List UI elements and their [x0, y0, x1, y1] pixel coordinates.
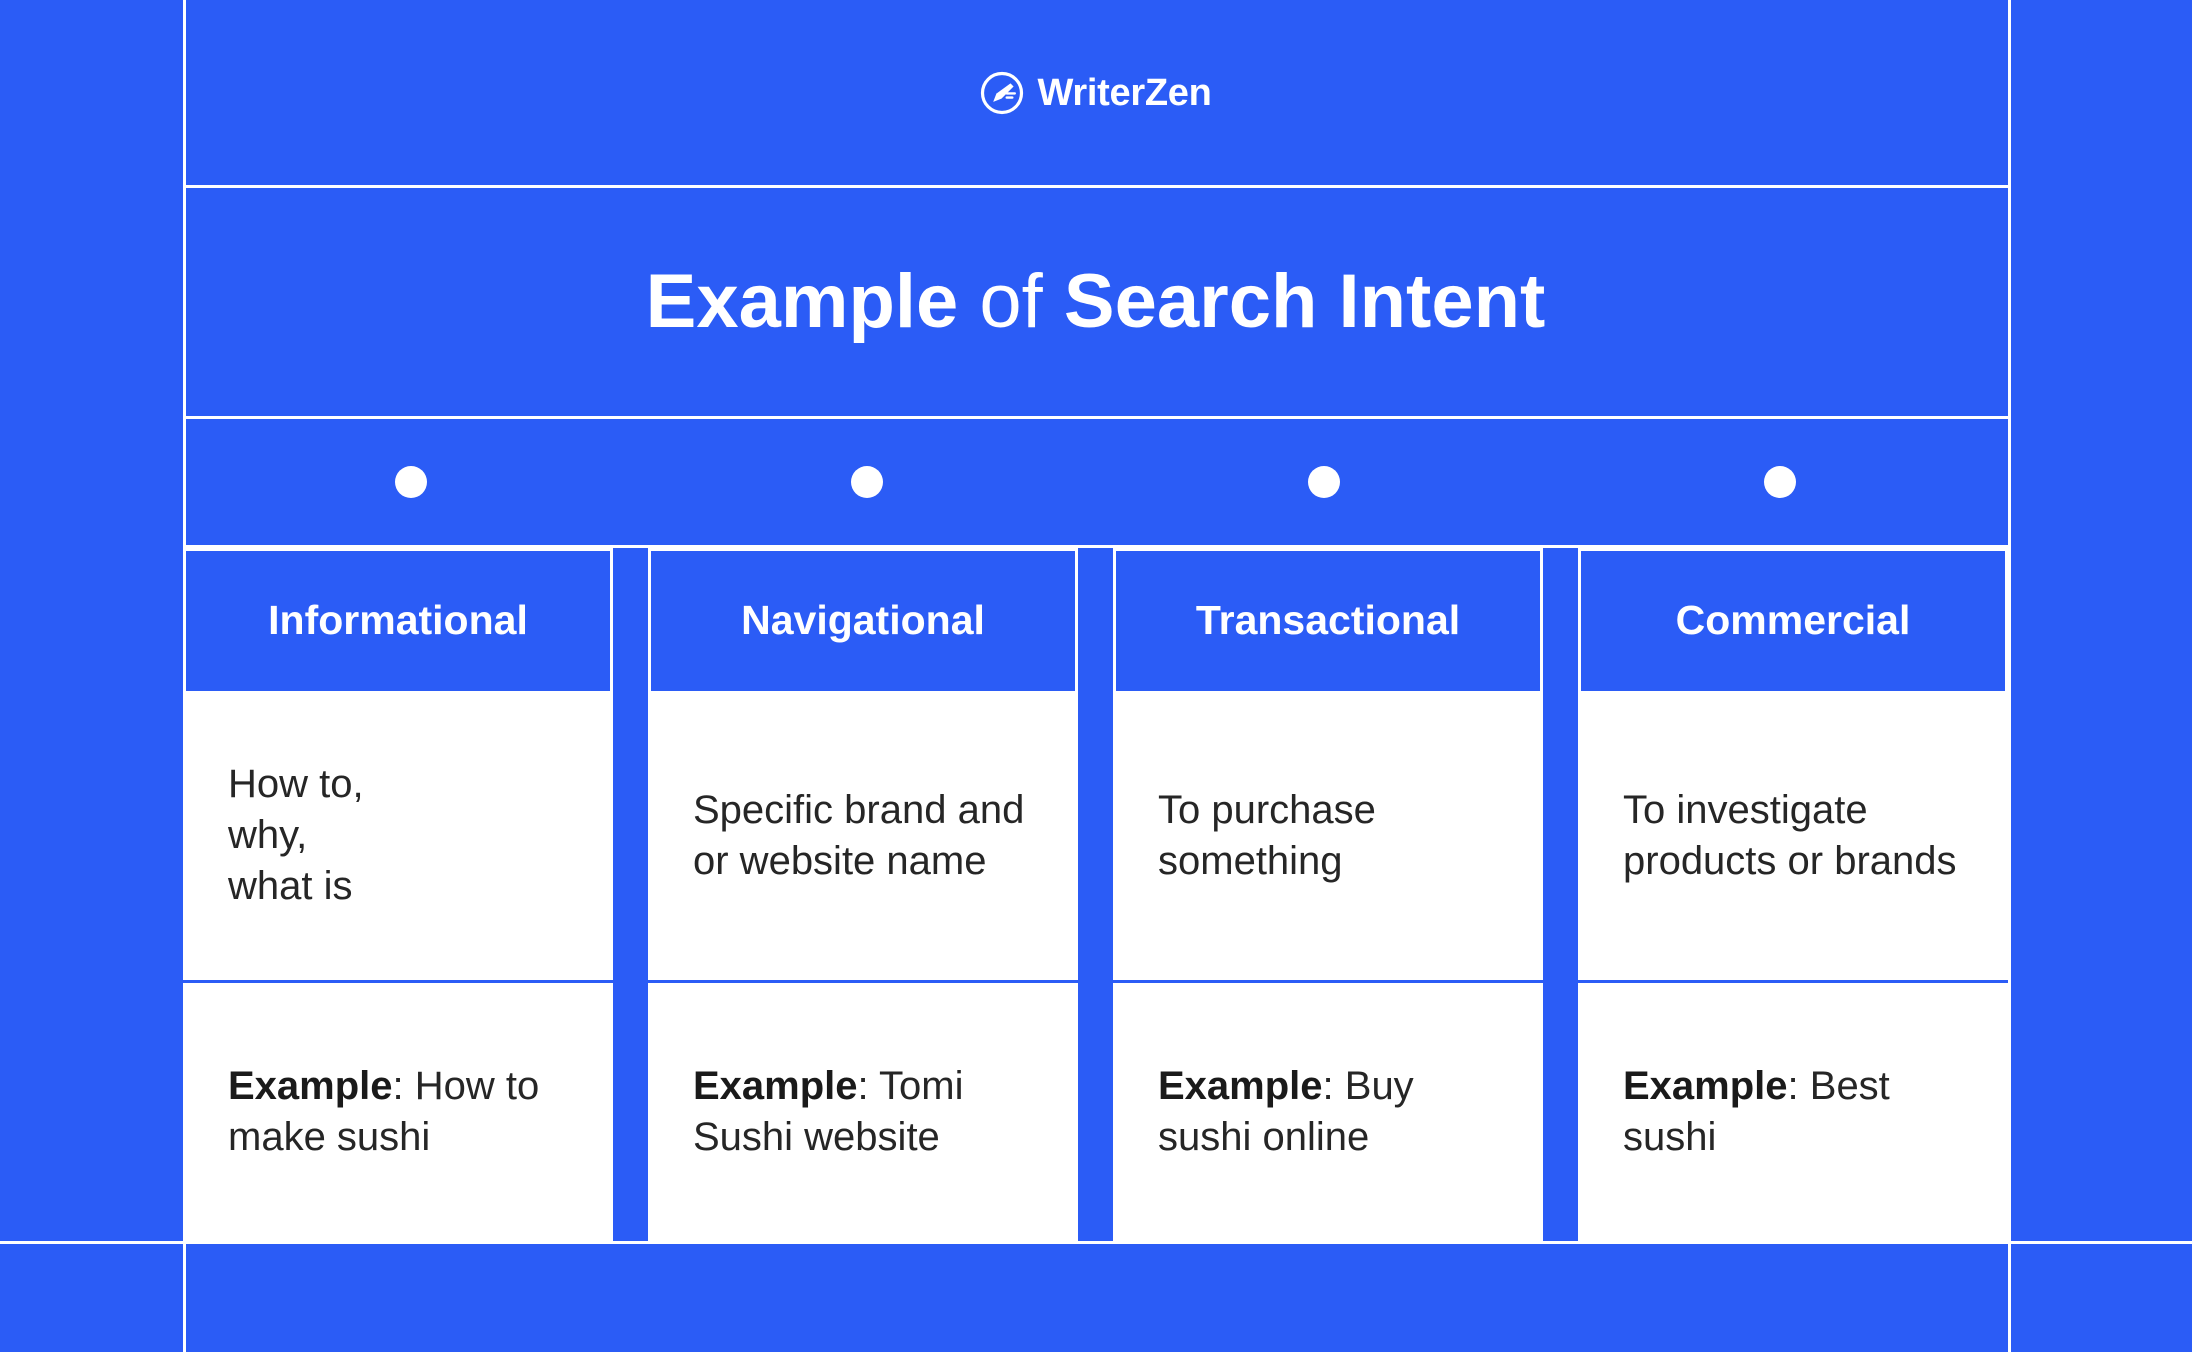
column-example-cell: Example: How to make sushi — [183, 980, 613, 1241]
column-description-text: Specific brand and or website name — [693, 787, 1025, 883]
bullet-dot-icon — [395, 466, 428, 498]
column-body: Specific brand and or website name Examp… — [648, 691, 1078, 1241]
column-body: How to, why, what is Example: How to make … — [183, 691, 613, 1241]
intent-column-navigational: Navigational Specific brand and or websi… — [648, 548, 1078, 1241]
intent-column-transactional: Transactional To purchase something Exam… — [1113, 548, 1543, 1241]
column-header-navigational: Navigational — [648, 548, 1078, 691]
column-description-cell: To purchase something — [1113, 691, 1543, 980]
intent-column-informational: Informational How to, why, what is Example… — [183, 548, 613, 1241]
column-description-text: To investigate products or brands — [1623, 787, 1957, 883]
bullet-dot-icon — [851, 466, 884, 498]
frame-line-right — [2008, 0, 2011, 1352]
column-example-cell: Example: Best sushi — [1578, 980, 2008, 1241]
column-header-label: Informational — [268, 597, 528, 644]
bullet-dot-icon — [1763, 466, 1796, 498]
column-header-label: Navigational — [741, 597, 985, 644]
page-title: Example of Search Intent — [646, 260, 1546, 344]
column-header-transactional: Transactional — [1113, 548, 1543, 691]
title-band: Example of Search Intent — [183, 188, 2008, 416]
column-example-text: Example: Tomi Sushi website — [693, 1064, 964, 1159]
example-label: Example — [693, 1064, 858, 1109]
column-header-label: Transactional — [1195, 597, 1461, 644]
page-title-part-3: Search Intent — [1063, 259, 1546, 345]
column-header-commercial: Commercial — [1578, 548, 2008, 691]
intent-columns: Informational How to, why, what is Example… — [183, 548, 2008, 1241]
dot-cell-commercial — [1552, 466, 2008, 498]
column-example-cell: Example: Buy sushi online — [1113, 980, 1543, 1241]
column-description-text: To purchase something — [1158, 787, 1376, 883]
frame-line-bottom — [0, 1241, 2192, 1244]
intent-column-commercial: Commercial To investigate products or br… — [1578, 548, 2008, 1241]
column-body: To purchase something Example: Buy sushi… — [1113, 691, 1543, 1241]
dot-cell-informational — [183, 466, 639, 498]
column-example-text: Example: How to make sushi — [228, 1064, 540, 1159]
column-description-text: How to, why, what is — [228, 762, 364, 908]
example-label: Example — [1158, 1064, 1323, 1109]
dots-band — [183, 419, 2008, 545]
example-label: Example — [1623, 1064, 1788, 1109]
column-description-cell: To investigate products or brands — [1578, 691, 2008, 980]
brand-name: WriterZen — [1037, 71, 1212, 114]
column-example-cell: Example: Tomi Sushi website — [648, 980, 1078, 1241]
column-example-text: Example: Buy sushi online — [1158, 1064, 1414, 1159]
page-title-part-1: Example — [645, 259, 959, 345]
bullet-dot-icon — [1307, 466, 1340, 498]
column-description-cell: Specific brand and or website name — [648, 691, 1078, 980]
column-example-text: Example: Best sushi — [1623, 1064, 1890, 1159]
dot-cell-navigational — [639, 466, 1095, 498]
example-label: Example — [228, 1064, 393, 1109]
column-body: To investigate products or brands Exampl… — [1578, 691, 2008, 1241]
pen-in-circle-icon — [980, 71, 1023, 114]
column-description-cell: How to, why, what is — [183, 691, 613, 980]
column-header-label: Commercial — [1675, 597, 1911, 644]
dot-cell-transactional — [1096, 466, 1552, 498]
page-title-part-2: of — [979, 259, 1043, 345]
brand-header: WriterZen — [183, 0, 2008, 185]
column-header-informational: Informational — [183, 548, 613, 691]
